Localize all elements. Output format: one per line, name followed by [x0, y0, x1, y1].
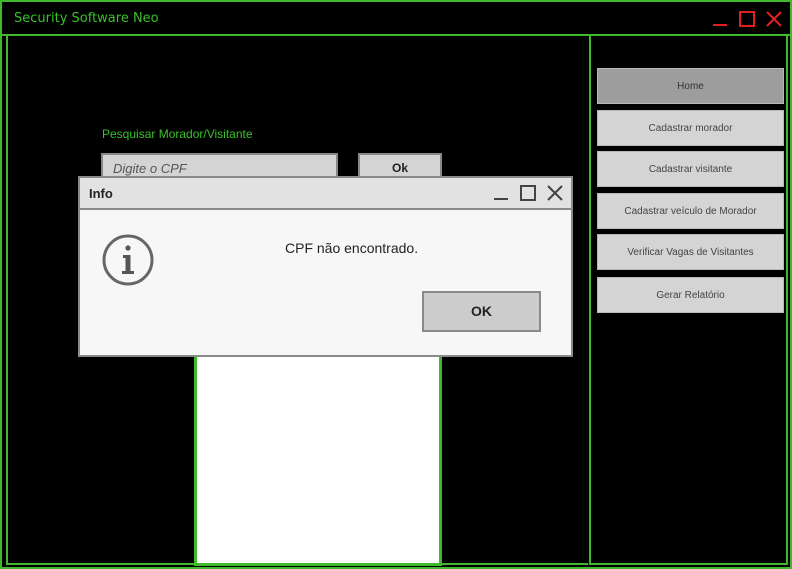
- title-bar: Security Software Neo: [2, 2, 790, 36]
- sidebar-item-cadastrar-morador[interactable]: Cadastrar morador: [597, 110, 784, 146]
- search-label: Pesquisar Morador/Visitante: [102, 127, 253, 141]
- sidebar-item-verificar-vagas[interactable]: Verificar Vagas de Visitantes: [597, 234, 784, 270]
- dialog-title: Info: [89, 186, 113, 201]
- close-icon[interactable]: [764, 9, 784, 29]
- dialog-maximize-icon[interactable]: [518, 183, 538, 203]
- dialog-message: CPF não encontrado.: [285, 240, 419, 256]
- dialog-title-bar: Info: [80, 178, 571, 210]
- info-dialog: Info CPF não encontrado. OK: [78, 176, 573, 357]
- info-icon: [102, 234, 154, 286]
- results-panel: [194, 342, 442, 566]
- dialog-minimize-icon[interactable]: [491, 183, 511, 203]
- sidebar-item-gerar-relatorio[interactable]: Gerar Relatório: [597, 277, 784, 313]
- sidebar-item-home[interactable]: Home: [597, 68, 784, 104]
- sidebar-item-cadastrar-visitante[interactable]: Cadastrar visitante: [597, 151, 784, 187]
- sidebar: Home Cadastrar morador Cadastrar visitan…: [589, 36, 788, 565]
- dialog-close-icon[interactable]: [545, 183, 565, 203]
- maximize-icon[interactable]: [737, 9, 757, 29]
- app-title: Security Software Neo: [14, 11, 159, 26]
- dialog-ok-button[interactable]: OK: [422, 291, 541, 332]
- sidebar-item-cadastrar-veiculo[interactable]: Cadastrar veículo de Morador: [597, 193, 784, 229]
- minimize-icon[interactable]: [710, 9, 730, 29]
